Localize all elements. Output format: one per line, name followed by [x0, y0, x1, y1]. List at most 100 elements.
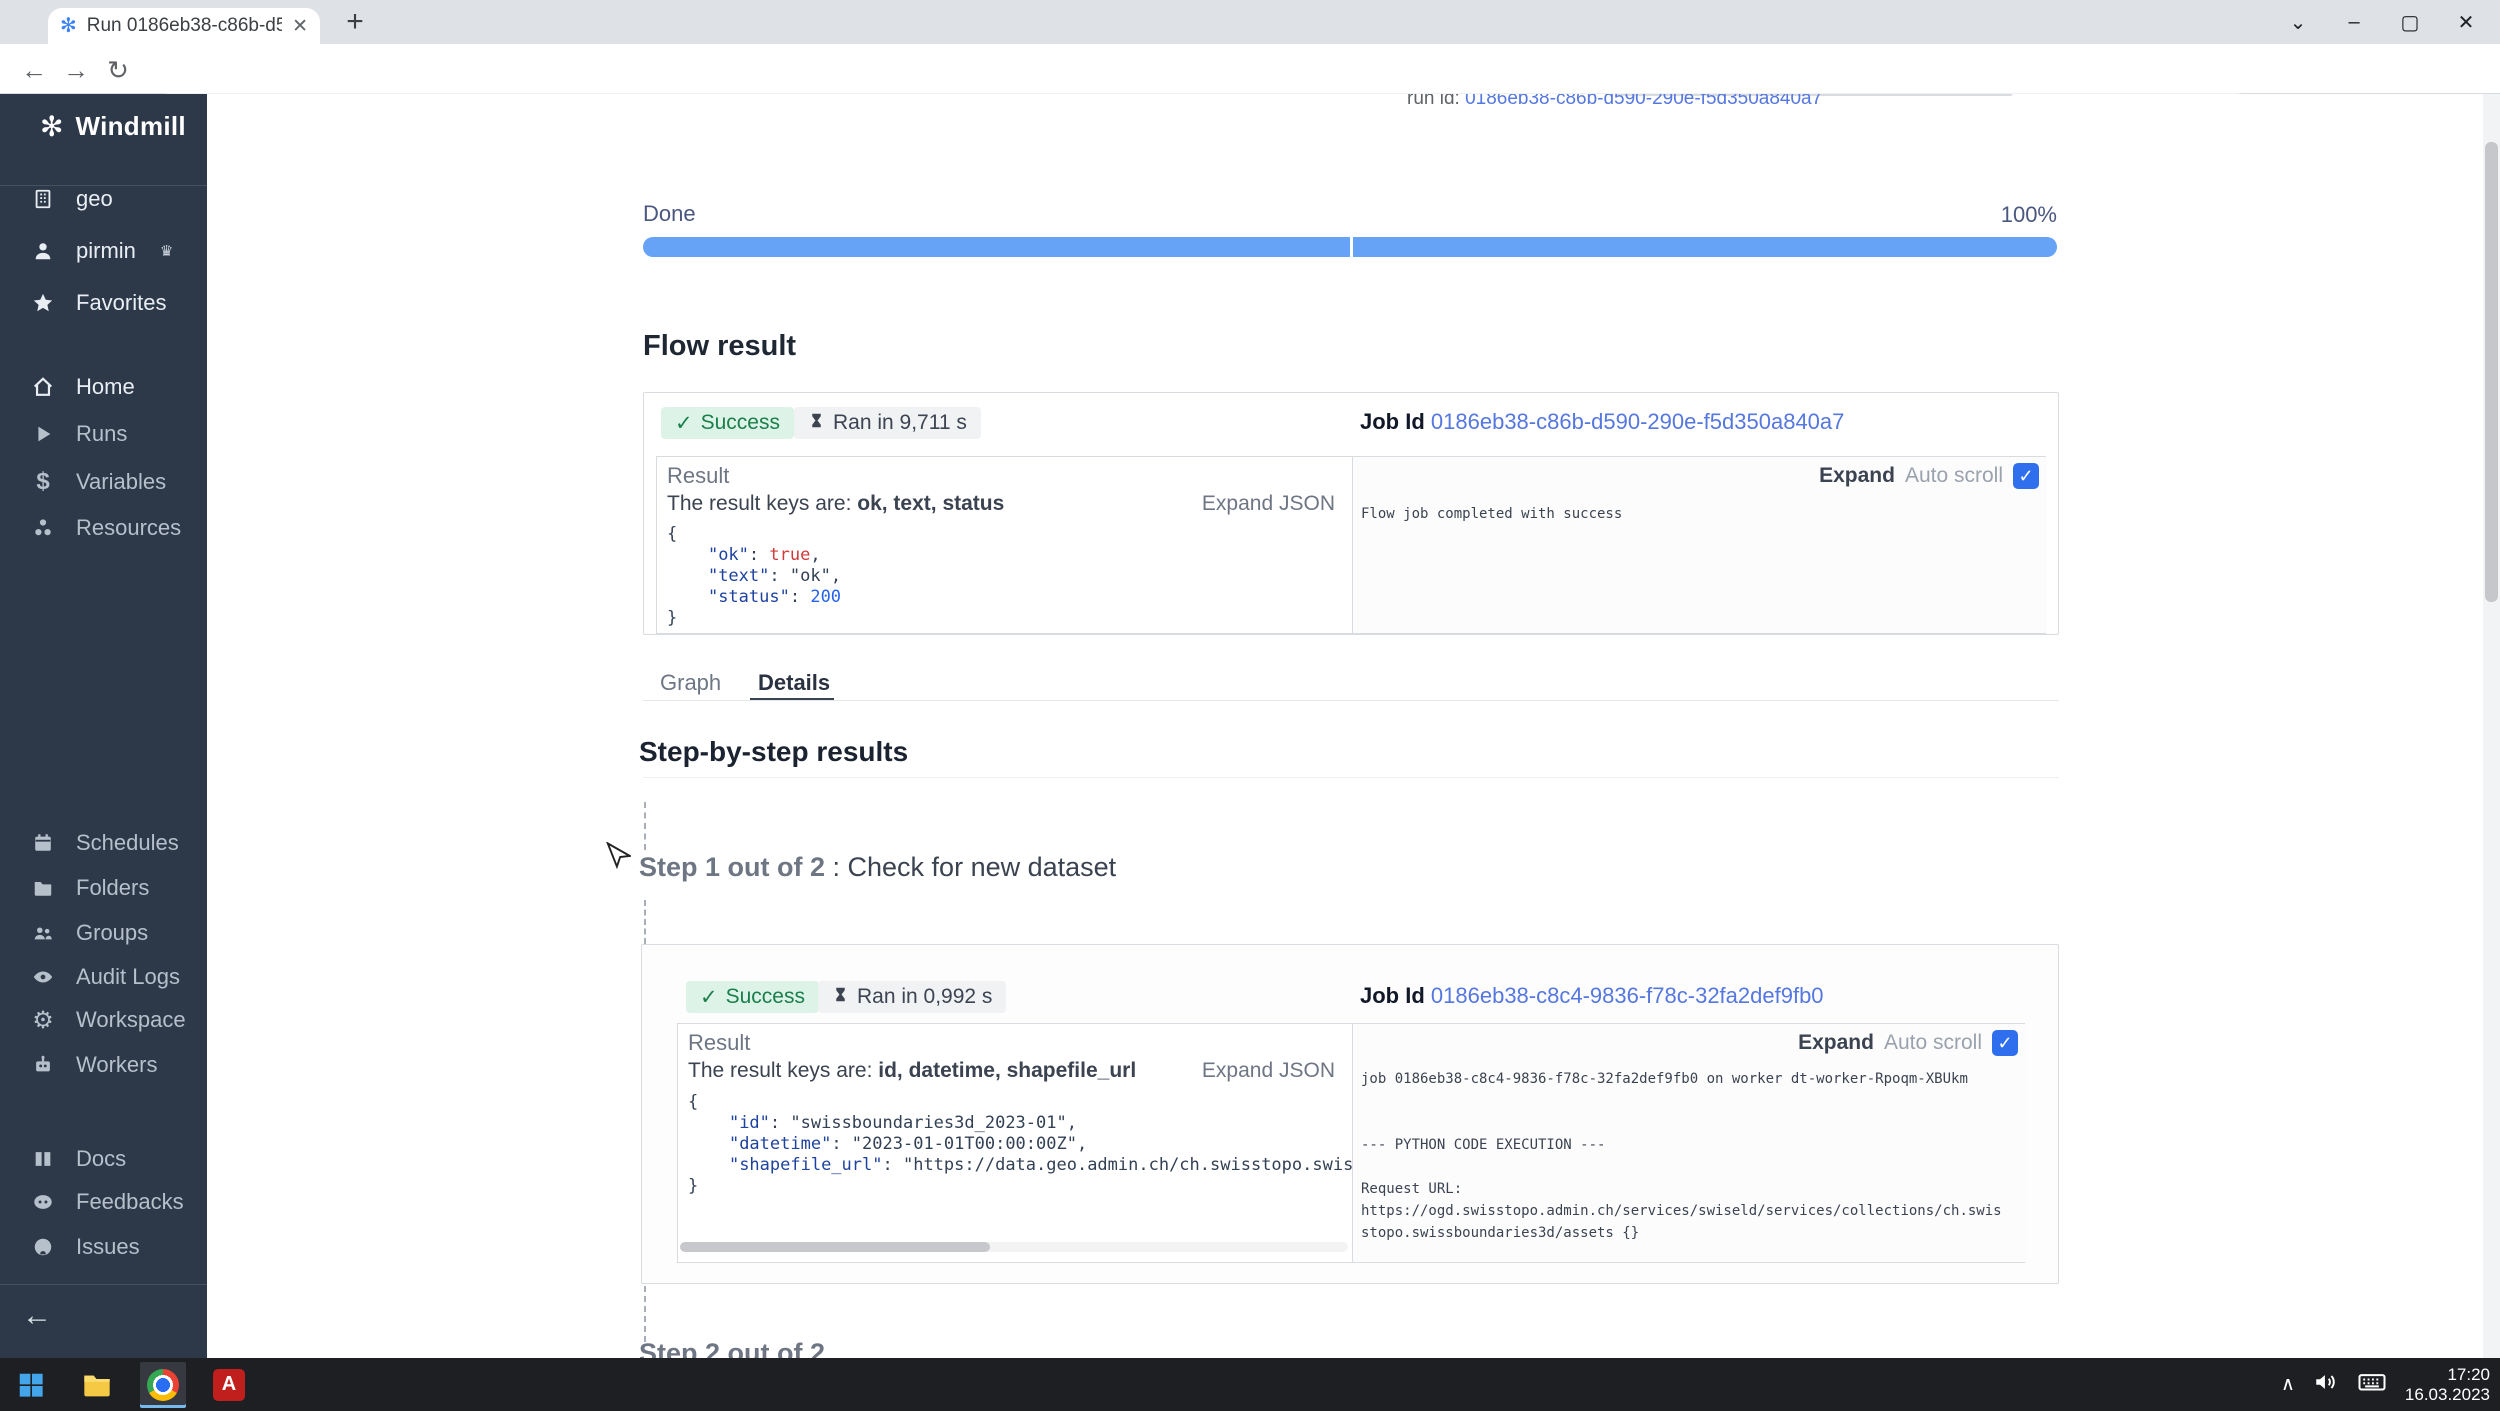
taskbar-clock[interactable]: 17:20 16.03.2023 [2405, 1365, 2490, 1405]
windmill-favicon-icon: ✻ [60, 16, 77, 36]
result-label: Result [667, 463, 729, 489]
flow-duration-badge: Ran in 9,711 s [794, 407, 981, 439]
acrobat-button[interactable]: A [206, 1362, 252, 1408]
browser-tab[interactable]: ✻ Run 0186eb38-c86b-d590-290e- ✕ [48, 8, 320, 44]
flow-log-output: Flow job completed with success [1361, 503, 1622, 525]
sidebar-item-audit-logs[interactable]: Audit Logs [0, 955, 207, 999]
run-id-link[interactable]: 0186eb38-c86b-d590-290e-f5d350a840a7 [1465, 94, 1822, 109]
sidebar-item-label: Variables [76, 469, 166, 495]
flow-result-box: Result The result keys are: ok, text, st… [656, 456, 2046, 634]
sidebar-item-home[interactable]: Home [0, 365, 207, 409]
file-explorer-button[interactable] [74, 1362, 120, 1408]
sidebar-item-issues[interactable]: Issues [0, 1225, 207, 1269]
sidebar-item-label: Groups [76, 920, 148, 946]
new-tab-button[interactable]: + [338, 6, 372, 38]
collapse-sidebar-arrow-icon[interactable]: ← [22, 1299, 52, 1333]
tab-search-icon[interactable]: ⌄ [2270, 0, 2326, 44]
reload-icon[interactable]: ↻ [100, 52, 136, 88]
expand-json-button[interactable]: Expand JSON [1202, 492, 1335, 516]
sidebar-item-label: pirmin [76, 238, 136, 264]
horizontal-scrollbar-thumb[interactable] [680, 1242, 990, 1252]
progress-percent: 100% [1993, 202, 2057, 228]
windows-taskbar: A ∧ 17:20 16.03.2023 [0, 1358, 2500, 1411]
tab-close-icon[interactable]: ✕ [292, 15, 308, 38]
windmill-brand[interactable]: ✻ Windmill [0, 104, 207, 148]
step1-job-id: Job Id 0186eb38-c8c4-9836-f78c-32fa2def9… [1360, 983, 1824, 1009]
eye-icon [30, 966, 56, 988]
minimize-button[interactable]: – [2326, 0, 2382, 44]
horizontal-scrollbar-track[interactable] [680, 1242, 1348, 1252]
sidebar-item-user[interactable]: pirmin ♛ [0, 229, 207, 273]
folder-icon [30, 877, 56, 899]
tray-chevron-icon[interactable]: ∧ [2281, 1373, 2295, 1396]
step1-heading: Step 1 out of 2 : Check for new dataset [639, 852, 1116, 883]
progress-step-divider [1350, 237, 1353, 257]
home-icon [30, 376, 56, 398]
building-icon [30, 188, 56, 210]
maximize-button[interactable]: ▢ [2382, 0, 2438, 44]
sidebar-item-folders[interactable]: Folders [0, 866, 207, 910]
flow-result-title: Flow result [643, 330, 796, 363]
volume-icon[interactable] [2313, 1369, 2339, 1400]
sidebar-item-schedules[interactable]: Schedules [0, 821, 207, 865]
auto-scroll-checkbox[interactable]: ✓ [1992, 1030, 2018, 1056]
sidebar-item-favorites[interactable]: Favorites [0, 281, 207, 325]
step1-duration-badge: Ran in 0,992 s [818, 981, 1006, 1013]
forward-icon[interactable]: → [58, 52, 94, 88]
log-controls: Expand Auto scroll ✓ [1819, 463, 2039, 489]
sidebar-item-label: Folders [76, 875, 149, 901]
tab-details[interactable]: Details [758, 670, 830, 696]
sidebar-item-resources[interactable]: Resources [0, 506, 207, 550]
flow-job-id: Job Id 0186eb38-c86b-d590-290e-f5d350a84… [1360, 409, 1844, 435]
sidebar-item-docs[interactable]: Docs [0, 1137, 207, 1181]
step1-result-left-pane: Result The result keys are: id, datetime… [678, 1024, 1352, 1262]
expand-log-button[interactable]: Expand [1798, 1031, 1874, 1055]
sidebar-item-label: Schedules [76, 830, 179, 856]
sidebar-item-label: Favorites [76, 290, 166, 316]
sidebar-item-label: Audit Logs [76, 964, 180, 990]
step-connector-line [644, 1286, 646, 1342]
sidebar-item-workspace-geo[interactable]: geo [0, 177, 207, 221]
sidebar-item-label: Docs [76, 1146, 126, 1172]
expand-log-button[interactable]: Expand [1819, 464, 1895, 488]
step1-job-id-link[interactable]: 0186eb38-c8c4-9836-f78c-32fa2def9fb0 [1431, 983, 1824, 1008]
tabs-bottom-border [643, 700, 2059, 701]
step1-log-pane: Expand Auto scroll ✓ job 0186eb38-c8c4-9… [1353, 1024, 2026, 1262]
sidebar-item-groups[interactable]: Groups [0, 911, 207, 955]
sidebar-item-feedbacks[interactable]: Feedbacks [0, 1180, 207, 1224]
dollar-icon: $ [30, 468, 56, 496]
sidebar-item-variables[interactable]: $ Variables [0, 460, 207, 504]
page-scrollbar-thumb[interactable] [2485, 142, 2498, 602]
screen: ✻ Run 0186eb38-c86b-d590-290e- ✕ + ⌄ – ▢… [0, 0, 2500, 1411]
page-scrollbar[interactable] [2483, 94, 2500, 1358]
start-button[interactable] [8, 1362, 54, 1408]
keyboard-icon[interactable] [2357, 1367, 2387, 1402]
auto-scroll-checkbox[interactable]: ✓ [2013, 463, 2039, 489]
tab-graph[interactable]: Graph [660, 670, 721, 696]
flow-result-json: { "ok": true, "text": "ok", "status": 20… [667, 524, 841, 629]
step1-card: ✓ Success Ran in 0,992 s Job Id 0186eb38… [641, 944, 2059, 1284]
flow-log-pane: Expand Auto scroll ✓ Flow job completed … [1353, 457, 2047, 633]
book-icon [30, 1148, 56, 1170]
auto-scroll-label: Auto scroll [1905, 464, 2003, 488]
sidebar-item-runs[interactable]: Runs [0, 412, 207, 456]
back-icon[interactable]: ← [16, 52, 52, 88]
main-content: run id: 0186eb38-c86b-d590-290e-f5d350a8… [207, 94, 2483, 1358]
expand-json-button[interactable]: Expand JSON [1202, 1059, 1335, 1083]
discord-icon [30, 1191, 56, 1213]
close-button[interactable]: ✕ [2438, 0, 2494, 44]
flow-job-id-link[interactable]: 0186eb38-c86b-d590-290e-f5d350a840a7 [1431, 409, 1844, 434]
hourglass-icon [808, 411, 825, 435]
sidebar-item-workspace-settings[interactable]: ⚙ Workspace [0, 998, 207, 1042]
clock-time: 17:20 [2405, 1365, 2490, 1385]
crown-icon: ♛ [160, 242, 173, 260]
github-icon [30, 1236, 56, 1258]
clock-date: 16.03.2023 [2405, 1385, 2490, 1405]
auto-scroll-label: Auto scroll [1884, 1031, 1982, 1055]
sidebar-divider [0, 1284, 207, 1285]
sidebar-item-label: Workers [76, 1052, 158, 1078]
progress-bar [643, 237, 2057, 257]
chrome-button[interactable] [140, 1362, 186, 1408]
sidebar-item-workers[interactable]: Workers [0, 1043, 207, 1087]
robot-icon [30, 1054, 56, 1076]
